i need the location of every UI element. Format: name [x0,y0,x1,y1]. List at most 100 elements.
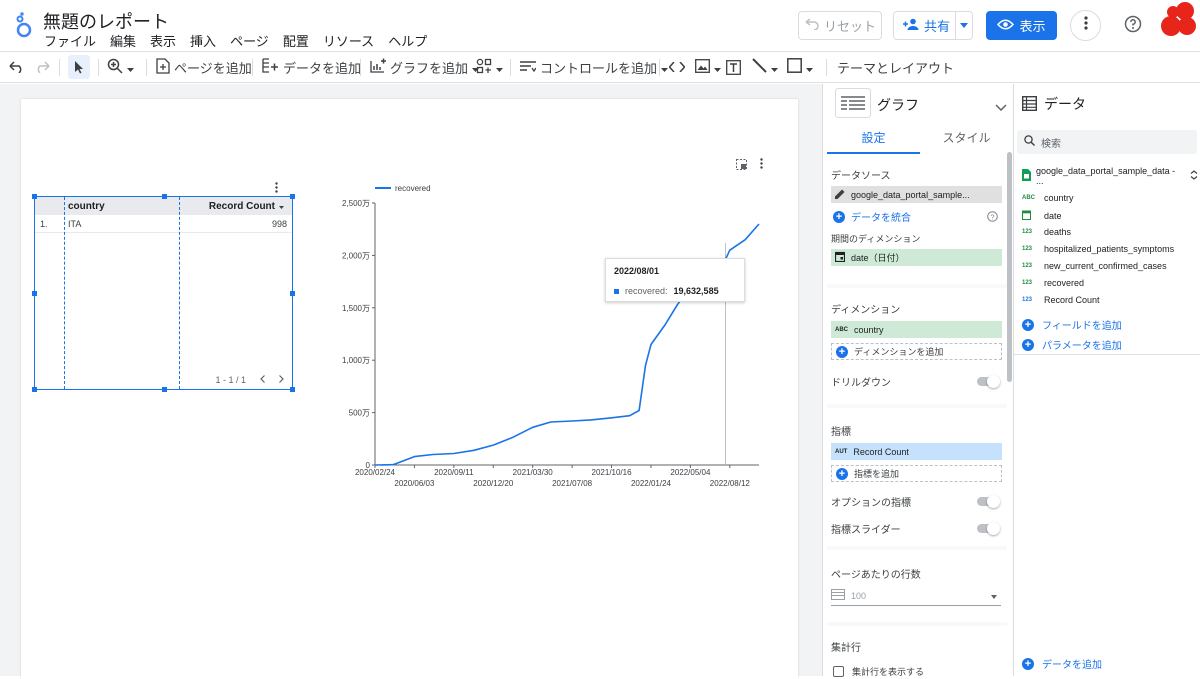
y-tick-label: 1,000万 [342,356,370,365]
chart-select-icon[interactable] [736,157,747,175]
add-data-link[interactable]: + データを追加 [1022,656,1102,671]
help-icon[interactable] [1124,15,1142,38]
show-summary-label: 集計行を表示する [852,667,925,677]
shape-button[interactable] [787,52,813,82]
add-dimension-button[interactable]: + ディメンションを追加 [831,343,1002,360]
date-dimension-chip[interactable]: date（日付） [831,249,1002,266]
add-data-icon [262,58,279,76]
chevron-down-icon [771,60,778,75]
drilldown-toggle[interactable] [977,375,1000,388]
add-data-label: データを追加 [283,60,362,76]
embed-code-icon[interactable] [669,52,685,82]
prev-page-icon[interactable] [260,375,265,385]
add-metric-button[interactable]: + 指標を追加 [831,465,1002,482]
share-dropdown-icon[interactable] [956,23,972,28]
menu-arrange[interactable]: 配置 [283,31,309,50]
rows-per-page-select[interactable]: 100 [831,586,1001,606]
show-summary-checkbox[interactable]: 集計行を表示する [833,665,924,678]
metric-chip[interactable]: AUT Record Count [831,443,1002,460]
add-data-button[interactable]: データを追加 [262,52,361,82]
resize-handle[interactable] [32,291,37,296]
resize-handle[interactable] [290,291,295,296]
add-chart-icon [370,58,386,76]
field-item-deaths[interactable]: 123 deaths [1022,227,1071,237]
field-item-date[interactable]: date [1022,210,1062,222]
field-name: Record Count [1044,295,1100,305]
column-divider[interactable] [179,197,180,389]
metric-slider-toggle[interactable] [977,522,1000,535]
cell-country: ITA [68,219,82,229]
data-source-chip[interactable]: google_data_portal_sample... [831,186,1002,203]
resize-handle[interactable] [32,194,37,199]
undo-icon[interactable] [9,52,25,82]
control-icon [520,60,537,75]
redo-icon[interactable] [34,52,50,82]
resize-handle[interactable] [290,194,295,199]
add-page-button[interactable]: ページを追加 [156,52,252,82]
number-type-icon: 123 [1022,229,1033,235]
abc-type-icon: ABC [835,326,848,333]
field-search-input[interactable]: 検索 [1017,130,1197,154]
menu-view[interactable]: 表示 [150,31,176,50]
theme-layout-button[interactable]: テーマとレイアウト [837,52,954,82]
add-icon: + [1022,318,1034,331]
report-page[interactable]: country Record Count 1. ITA 998 1 - 1 / … [21,99,798,679]
community-viz-button[interactable] [476,52,503,82]
add-field-link[interactable]: + フィールドを追加 [1022,317,1122,332]
number-type-icon: 123 [1022,246,1033,252]
avatar[interactable] [1155,0,1200,45]
dimension-section: ディメンション ABC country + ディメンションを追加 ドリルダウン [827,288,1007,404]
tab-style[interactable]: スタイル [920,126,1013,154]
optional-metrics-toggle[interactable] [977,495,1000,508]
column-header-record-count[interactable]: Record Count [209,201,284,212]
resize-handle[interactable] [290,387,295,392]
next-page-icon[interactable] [279,375,284,385]
field-item-record-count[interactable]: 123 Record Count [1022,295,1100,305]
share-button[interactable]: 共有 [893,11,973,40]
chart-type-selector[interactable]: グラフ [823,84,1013,122]
text-box-icon[interactable] [726,52,741,82]
menu-page[interactable]: ページ [230,31,269,50]
time-series-chart[interactable]: 0 500万 1,000万 1,500万 2,000万 2,500万 2020/02/24 2… [319,177,769,497]
add-chart-button[interactable]: グラフを追加 [370,52,480,82]
reset-icon [804,18,820,33]
field-item-new-cases[interactable]: 123 new_current_confirmed_cases [1022,261,1167,271]
field-item-hospitalized[interactable]: 123 hospitalized_patients_symptoms [1022,244,1174,254]
help-icon[interactable]: ? [987,209,998,227]
data-table[interactable]: country Record Count 1. ITA 998 1 - 1 / … [32,194,295,392]
x-tick-label: 2020/02/24 [355,468,396,477]
reset-button[interactable]: リセット [798,11,882,40]
chevron-down-icon[interactable] [995,98,1007,116]
chevron-down-icon [661,60,669,75]
add-control-button[interactable]: コントロールを追加 [520,52,669,82]
view-button[interactable]: 表示 [986,11,1057,40]
pencil-icon [835,189,845,201]
resize-handle[interactable] [162,194,167,199]
resize-handle[interactable] [162,387,167,392]
select-tool-icon[interactable] [68,55,90,79]
dimension-chip[interactable]: ABC country [831,321,1002,338]
tab-setup[interactable]: 設定 [827,126,920,154]
line-button[interactable] [752,52,778,82]
properties-panel: グラフ 設定 スタイル データソース google_data_portal_sa… [822,84,1013,678]
chart-menu-icon[interactable] [760,156,763,174]
field-item-recovered[interactable]: 123 recovered [1022,278,1084,288]
resize-handle[interactable] [32,387,37,392]
add-parameter-link[interactable]: + パラメータを追加 [1022,337,1122,352]
menu-resource[interactable]: リソース [323,31,374,50]
column-header-country[interactable]: country [68,201,105,212]
more-options-button[interactable] [1070,10,1101,41]
menu-edit[interactable]: 編集 [110,31,136,50]
image-button[interactable] [695,52,721,82]
props-scrollbar[interactable] [1007,152,1012,382]
menu-help[interactable]: ヘルプ [388,31,427,50]
abc-type-icon: ABC [1022,195,1035,201]
column-divider[interactable] [64,197,65,389]
zoom-button[interactable] [107,52,134,82]
data-source-header[interactable]: google_data_portal_sample_data - ... [1022,166,1198,186]
expand-icon[interactable] [1190,170,1198,182]
menu-file[interactable]: ファイル [44,31,96,50]
field-item-country[interactable]: ABC country [1022,193,1074,203]
blend-data-link[interactable]: + データを統合 [833,209,911,224]
menu-insert[interactable]: 挿入 [190,31,216,50]
